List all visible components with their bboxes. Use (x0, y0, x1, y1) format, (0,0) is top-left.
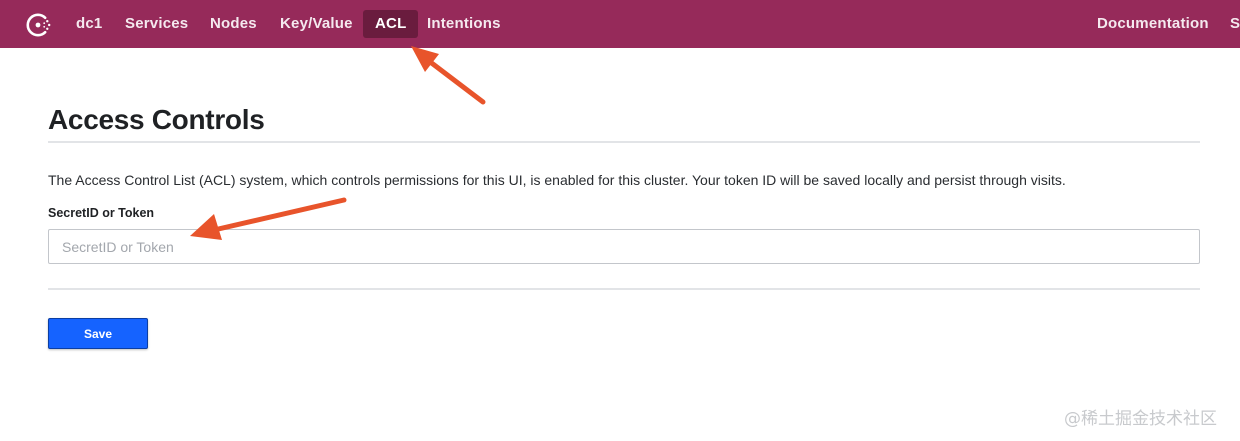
form-divider (48, 288, 1200, 290)
nav-item-services[interactable]: Services (113, 10, 200, 38)
page-title: Access Controls (48, 104, 265, 135)
title-divider (48, 141, 1200, 143)
watermark-text: @稀土掘金技术社区 (1064, 409, 1217, 429)
nav-item-documentation[interactable]: Documentation (1085, 10, 1221, 38)
annotation-arrow-acl (411, 46, 486, 105)
top-navigation-bar: dc1 Services Nodes Key/Value ACL Intenti… (0, 0, 1240, 48)
consul-logo-icon[interactable] (23, 10, 53, 40)
datacenter-selector[interactable]: dc1 (64, 10, 114, 38)
nav-item-nodes[interactable]: Nodes (198, 10, 269, 38)
nav-item-settings[interactable]: Settings (1218, 10, 1240, 38)
nav-item-key-value[interactable]: Key/Value (268, 10, 365, 38)
secret-token-label: SecretID or Token (48, 206, 155, 220)
secret-token-input[interactable] (48, 229, 1200, 264)
acl-description: The Access Control List (ACL) system, wh… (48, 172, 1066, 188)
nav-item-intentions[interactable]: Intentions (415, 10, 513, 38)
save-button[interactable]: Save (48, 318, 148, 349)
nav-item-acl[interactable]: ACL (363, 10, 419, 38)
